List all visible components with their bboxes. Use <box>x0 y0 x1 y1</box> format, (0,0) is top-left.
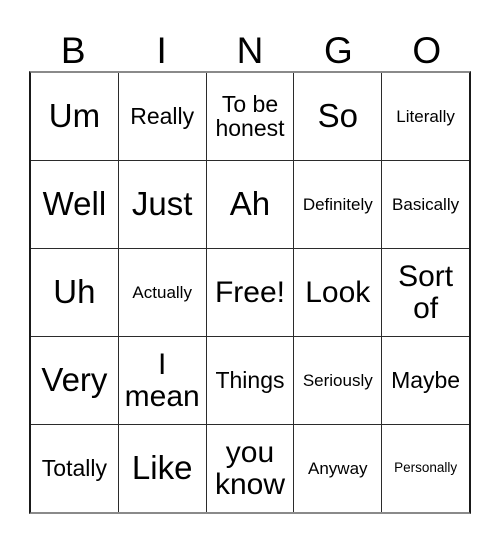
bingo-cell-i5[interactable]: Like <box>117 425 206 512</box>
bingo-cell-b4[interactable]: Very <box>31 337 118 424</box>
header-letter-b: B <box>60 30 86 71</box>
bingo-cell-n2[interactable]: Ah <box>205 161 294 248</box>
bingo-cell-i4[interactable]: I mean <box>117 337 206 424</box>
bingo-cell-label: I mean <box>124 348 200 413</box>
bingo-cell-label: Um <box>48 97 101 135</box>
bingo-cell-label: you know <box>214 436 286 501</box>
bingo-cell-o2[interactable]: Basically <box>381 161 469 248</box>
bingo-row-3: Uh Actually Free! Look Sort of <box>31 248 469 336</box>
bingo-cell-b3[interactable]: Uh <box>31 249 118 336</box>
bingo-cell-label: Just <box>131 185 193 223</box>
bingo-cell-i1[interactable]: Really <box>117 73 206 160</box>
bingo-cell-label: Anyway <box>308 458 368 478</box>
bingo-cell-o3[interactable]: Sort of <box>381 249 469 336</box>
bingo-cell-label: Maybe <box>391 366 461 393</box>
bingo-cell-o1[interactable]: Literally <box>381 73 469 160</box>
bingo-cell-b1[interactable]: Um <box>31 73 118 160</box>
bingo-cell-label: Look <box>305 275 371 309</box>
bingo-cell-n5[interactable]: you know <box>205 425 294 512</box>
bingo-cell-label: Very <box>41 361 108 399</box>
bingo-cell-label: Totally <box>41 454 107 481</box>
bingo-cell-label: Like <box>131 449 193 487</box>
bingo-cell-label: To be honest <box>215 90 285 141</box>
bingo-card: B I N G O Um Really To be honest So Lite… <box>0 0 500 544</box>
bingo-cell-label: So <box>317 97 358 135</box>
bingo-row-2: Well Just Ah Definitely Basically <box>31 160 469 248</box>
bingo-cell-g4[interactable]: Seriously <box>293 337 381 424</box>
bingo-grid: Um Really To be honest So Literally Well… <box>29 71 471 514</box>
bingo-cell-g1[interactable]: So <box>293 73 381 160</box>
bingo-row-5: Totally Like you know Anyway Personally <box>31 424 469 512</box>
bingo-cell-label: Things <box>215 366 285 393</box>
bingo-cell-label: Uh <box>53 273 96 311</box>
bingo-cell-i3[interactable]: Actually <box>117 249 206 336</box>
bingo-cell-label: Definitely <box>302 194 373 214</box>
bingo-cell-label: Sort of <box>398 260 454 325</box>
bingo-cell-i2[interactable]: Just <box>117 161 206 248</box>
bingo-cell-n4[interactable]: Things <box>205 337 294 424</box>
bingo-cell-label: Seriously <box>302 370 373 390</box>
bingo-cell-label: Free! <box>214 275 285 309</box>
bingo-cell-o5[interactable]: Personally <box>381 425 469 512</box>
bingo-cell-label: Ah <box>229 185 271 223</box>
bingo-cell-g2[interactable]: Definitely <box>293 161 381 248</box>
bingo-cell-label: Personally <box>394 460 458 476</box>
bingo-cell-label: Actually <box>132 282 192 302</box>
bingo-cell-b2[interactable]: Well <box>31 161 118 248</box>
bingo-cell-o4[interactable]: Maybe <box>381 337 469 424</box>
header-letter-g: G <box>323 30 353 71</box>
bingo-cell-label: Literally <box>396 106 455 126</box>
bingo-cell-free-space[interactable]: Free! <box>205 249 294 336</box>
bingo-cell-label: Basically <box>392 194 460 214</box>
bingo-header: B I N G O <box>29 16 471 71</box>
header-letter-n: N <box>236 30 264 71</box>
bingo-row-1: Um Really To be honest So Literally <box>31 73 469 160</box>
bingo-cell-g3[interactable]: Look <box>293 249 381 336</box>
header-letter-o: O <box>412 30 442 71</box>
header-letter-i: I <box>156 30 167 71</box>
bingo-cell-label: Well <box>42 185 107 223</box>
bingo-cell-label: Really <box>130 102 195 129</box>
bingo-row-4: Very I mean Things Seriously Maybe <box>31 336 469 424</box>
bingo-cell-b5[interactable]: Totally <box>31 425 118 512</box>
bingo-cell-g5[interactable]: Anyway <box>293 425 381 512</box>
bingo-cell-n1[interactable]: To be honest <box>205 73 294 160</box>
